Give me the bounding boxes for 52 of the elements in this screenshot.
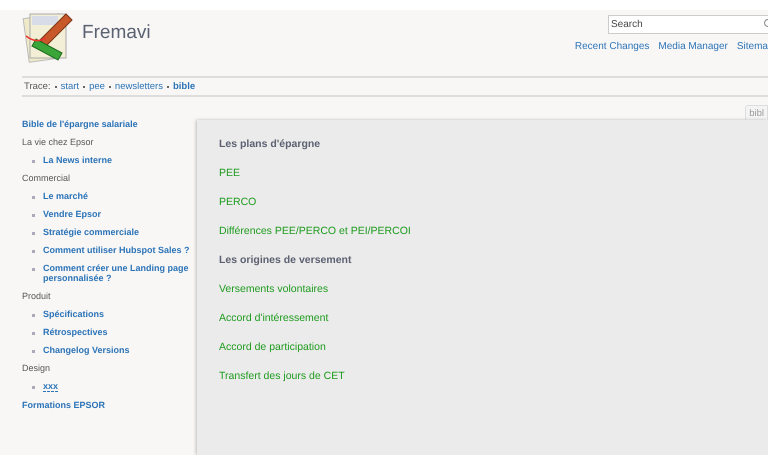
bullet-icon xyxy=(32,268,35,271)
page-link[interactable]: PERCO xyxy=(219,196,746,208)
section-heading: Les plans d'épargne xyxy=(219,138,322,150)
sidebar-heading: Design xyxy=(22,363,52,373)
page-link[interactable]: Versements volontaires xyxy=(219,283,746,295)
page-link[interactable]: PEE xyxy=(219,167,746,179)
separator-icon xyxy=(108,86,111,88)
sidebar-heading: Produit xyxy=(22,291,52,301)
bullet-icon xyxy=(32,332,35,335)
sidebar-link[interactable]: Formations EPSOR xyxy=(22,400,197,410)
breadcrumb-link[interactable]: pee xyxy=(89,81,105,92)
sidebar-heading: Commercial xyxy=(22,173,72,183)
sidebar-link[interactable]: Vendre Epsor xyxy=(43,209,102,219)
bullet-icon xyxy=(32,350,35,353)
bullet-icon xyxy=(32,196,35,199)
bullet-icon xyxy=(32,214,35,217)
site-title: Fremavi xyxy=(82,22,151,44)
sidebar-link[interactable]: Changelog Versions xyxy=(43,345,130,355)
sidebar-link[interactable]: Spécifications xyxy=(43,309,104,319)
section-heading: Les origines de versement xyxy=(219,254,352,266)
header-link[interactable]: Recent Changes xyxy=(574,41,650,52)
breadcrumb-link[interactable]: bible xyxy=(172,81,196,92)
separator-icon xyxy=(166,86,169,88)
sidebar-link[interactable]: Le marché xyxy=(43,191,88,201)
breadcrumb-link[interactable]: newsletters xyxy=(114,81,163,92)
search-icon[interactable] xyxy=(762,18,768,28)
sidebar-link[interactable]: La News interne xyxy=(43,155,112,165)
bullet-icon xyxy=(32,232,35,235)
bullet-icon xyxy=(32,386,35,389)
sidebar-link[interactable]: Bible de l'épargne salariale xyxy=(22,119,197,129)
header-link[interactable]: Sitema xyxy=(736,41,768,52)
page-link[interactable]: Différences PEE/PERCO et PEI/PERCOI xyxy=(219,225,746,237)
breadcrumb-link[interactable]: start xyxy=(60,81,80,92)
page-link[interactable]: Transfert des jours de CET xyxy=(219,370,746,382)
header-link[interactable]: Media Manager xyxy=(658,41,728,52)
sidebar-link[interactable]: Comment utiliser Hubspot Sales ? xyxy=(43,245,190,255)
separator-icon xyxy=(83,86,86,88)
sidebar-link[interactable]: Comment créer une Landing page personnalisée ? xyxy=(43,263,197,283)
page-link[interactable]: Accord de participation xyxy=(219,341,746,353)
separator-icon xyxy=(54,86,57,88)
missing-page-link[interactable]: xxx xyxy=(43,381,58,392)
sidebar-heading: La vie chez Epsor xyxy=(22,137,95,147)
sidebar-link[interactable]: Rétrospectives xyxy=(43,327,108,337)
page-tab[interactable]: bibl xyxy=(745,105,768,120)
bullet-icon xyxy=(32,250,35,253)
sidebar-link[interactable]: Stratégie commerciale xyxy=(43,227,140,237)
logo-icon xyxy=(22,10,74,64)
page-link[interactable]: Accord d'intéressement xyxy=(219,312,746,324)
bullet-icon xyxy=(32,160,35,163)
bullet-icon xyxy=(32,314,35,317)
search-field[interactable]: Search xyxy=(608,15,768,34)
trace-label: Trace: xyxy=(24,81,51,92)
